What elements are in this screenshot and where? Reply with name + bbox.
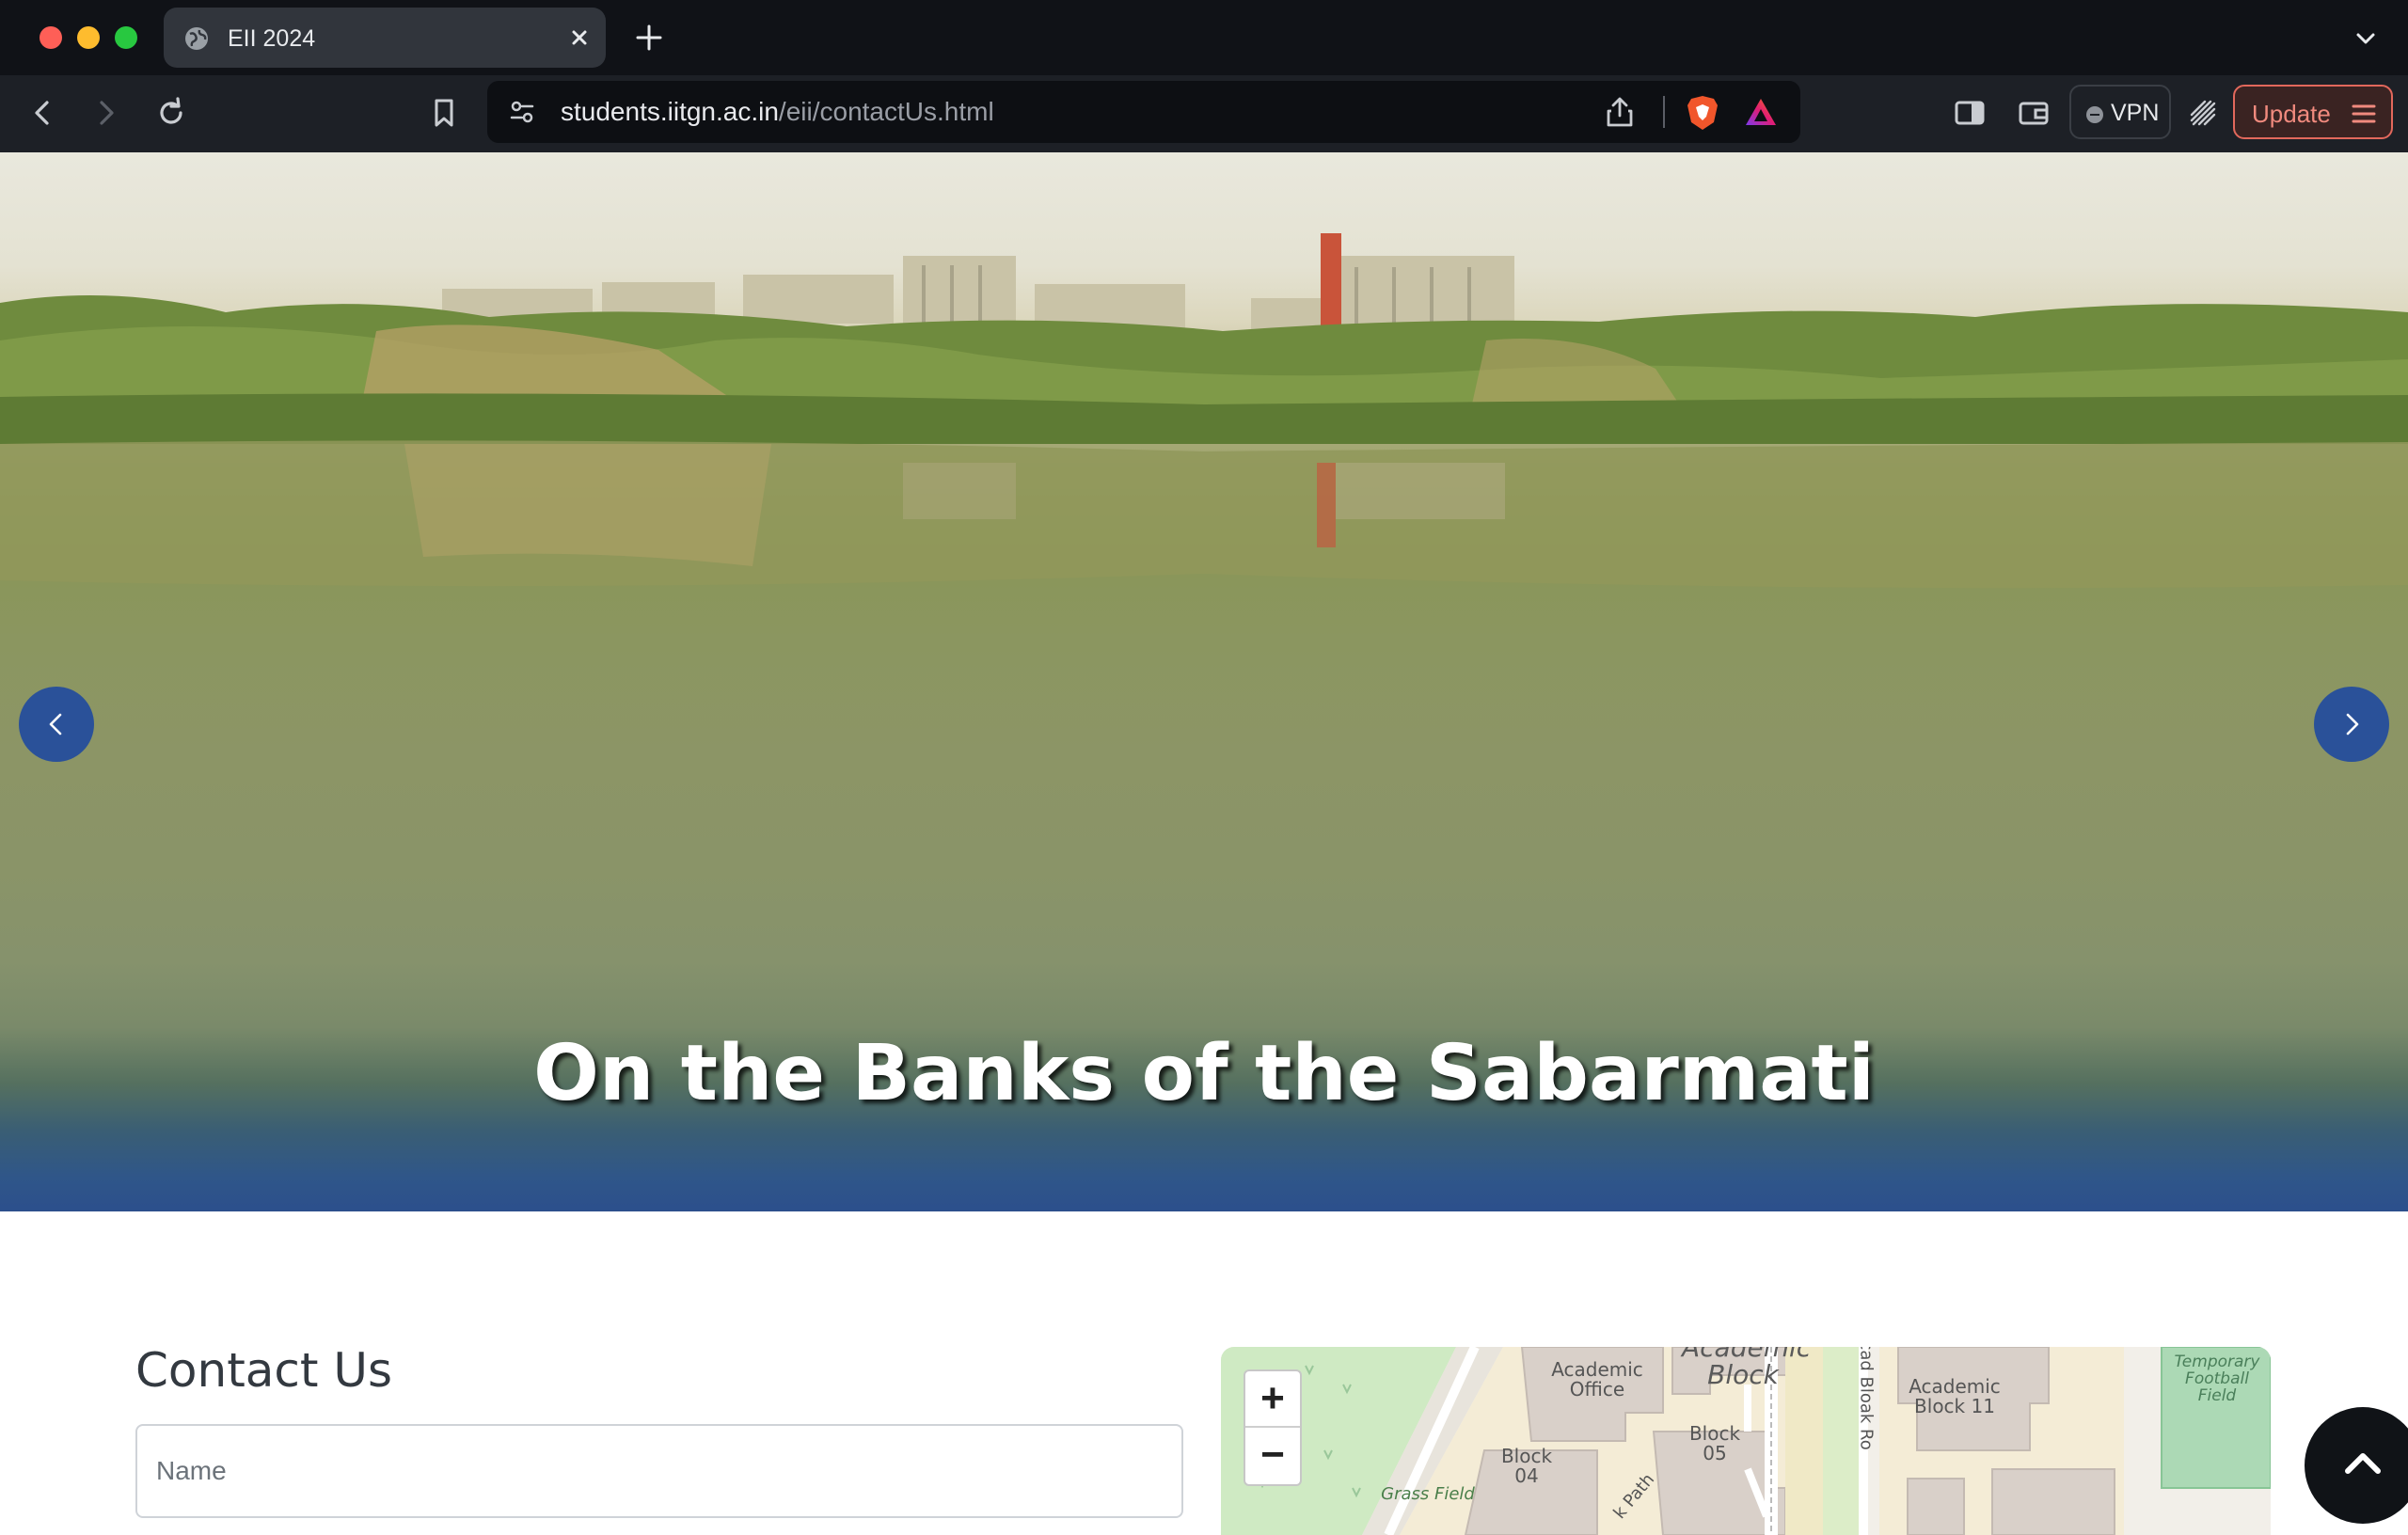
url-text[interactable]: students.iitgn.ac.in/eii/contactUs.html (561, 97, 994, 127)
forward-icon[interactable] (87, 94, 124, 132)
carousel-next-button[interactable] (2314, 687, 2389, 762)
address-bar[interactable]: students.iitgn.ac.in/eii/contactUs.html (487, 81, 1800, 143)
wallet-icon[interactable] (2015, 94, 2052, 132)
map-zoom-control: + − (1244, 1369, 1302, 1486)
update-label: Update (2252, 100, 2331, 128)
brave-rewards-icon[interactable] (1744, 96, 1778, 128)
brave-shields-icon[interactable] (1686, 94, 1719, 132)
map-label-academic-block: Academic Block (1682, 1347, 1812, 1391)
leo-ai-icon[interactable] (2184, 94, 2222, 132)
contact-title: Contact Us (135, 1343, 393, 1398)
maximize-window-button[interactable] (115, 26, 137, 49)
chevron-up-icon (2345, 1453, 2381, 1474)
chevron-down-icon[interactable] (2352, 24, 2380, 53)
chevron-right-icon (2346, 713, 2359, 736)
name-field[interactable] (135, 1424, 1183, 1518)
share-icon[interactable] (1605, 96, 1635, 128)
close-window-button[interactable] (40, 26, 62, 49)
map-label-academic-block-11: Academic Block 11 (1909, 1375, 2001, 1417)
map-label-block-05: Block 05 (1688, 1422, 1741, 1464)
url-path: /eii/contactUs.html (778, 97, 994, 126)
url-host: students.iitgn.ac.in (561, 97, 779, 126)
back-to-top-button[interactable] (2305, 1407, 2408, 1524)
new-tab-icon[interactable] (632, 21, 666, 55)
chevron-left-icon (49, 713, 62, 736)
site-settings-icon[interactable] (508, 98, 536, 126)
vpn-button[interactable]: VPN (2069, 85, 2171, 139)
map-zoom-in-button[interactable]: + (1245, 1371, 1300, 1428)
globe-icon (185, 27, 208, 50)
reload-icon[interactable] (152, 94, 190, 132)
close-tab-icon[interactable] (566, 24, 593, 51)
map-label-academic-office: Academic Office (1551, 1358, 1643, 1400)
browser-tab-bar: EII 2024 (0, 0, 2408, 75)
map-label-block-04: Block 04 (1500, 1445, 1553, 1487)
hero-caption: On the Banks of the Sabarmati (533, 1029, 1875, 1118)
sidebar-icon[interactable] (1951, 94, 1988, 132)
back-icon[interactable] (24, 94, 62, 132)
tab-title: EII 2024 (228, 25, 316, 52)
bookmark-icon[interactable] (425, 94, 463, 132)
map-label-acad-block-road: Acad Bloak Ro (1856, 1347, 1877, 1450)
campus-map[interactable]: Academic Office Academic Block Block 04 … (1221, 1347, 2271, 1535)
update-button[interactable]: Update (2233, 85, 2393, 139)
browser-tab[interactable]: EII 2024 (164, 8, 606, 68)
address-bar-divider (1663, 96, 1665, 128)
vpn-label: VPN (2111, 100, 2160, 126)
hamburger-menu-icon (2352, 104, 2376, 123)
map-label-temporary-football-field: Temporary Football Field (2174, 1353, 2260, 1405)
map-zoom-out-button[interactable]: − (1245, 1428, 1300, 1484)
vpn-status-icon (2086, 106, 2103, 123)
red-tower (1321, 233, 1341, 327)
map-label-grass-field: Grass Field (1381, 1484, 1475, 1504)
minimize-window-button[interactable] (77, 26, 100, 49)
carousel-prev-button[interactable] (19, 687, 94, 762)
